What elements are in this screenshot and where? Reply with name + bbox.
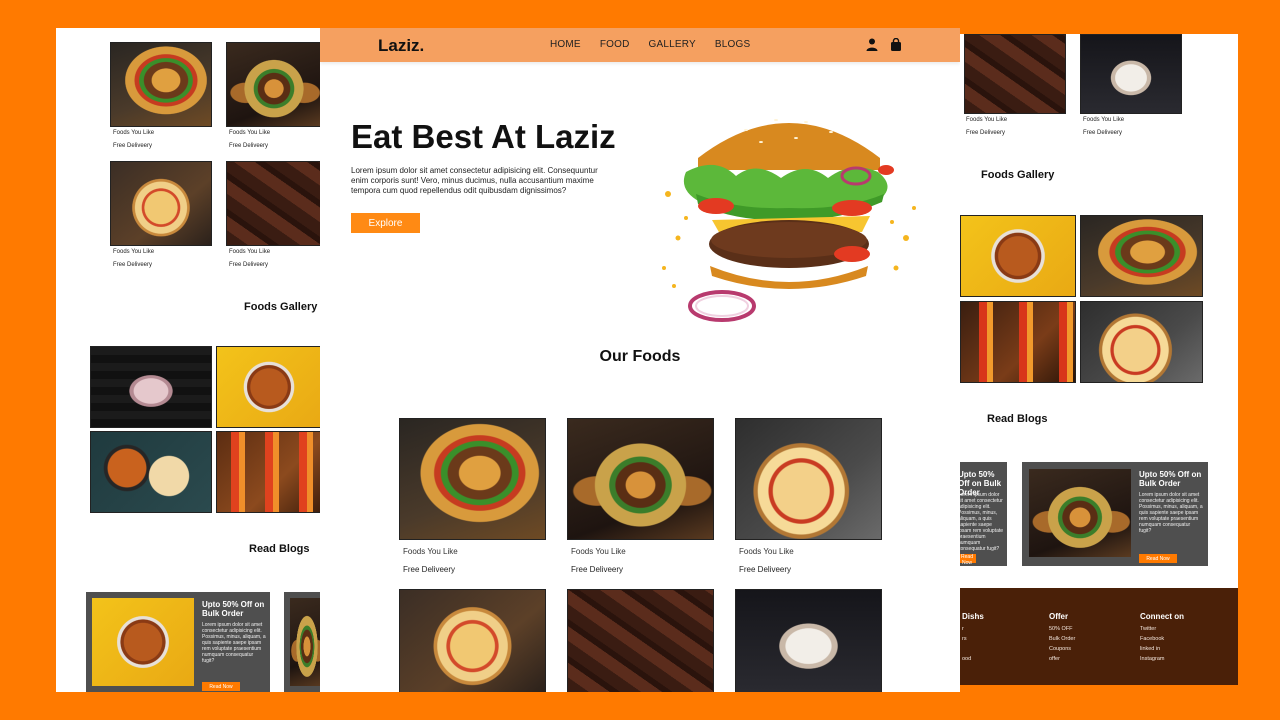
food-image-pizza (735, 418, 882, 540)
food-card-caption: Foods You Like (1083, 117, 1125, 123)
food-card-delivery: Free Deliveery (739, 565, 792, 574)
footer-link-facebook[interactable]: Facebook (1140, 636, 1164, 642)
food-image-burger (110, 42, 212, 127)
footer-link[interactable]: r (962, 626, 964, 632)
food-image-pizza (110, 161, 212, 246)
footer-link[interactable]: Bulk Order (1049, 636, 1075, 642)
footer-link-twitter[interactable]: Twitter (1140, 626, 1156, 632)
section-title-gallery: Foods Gallery (981, 169, 1055, 181)
food-image-milkshake (735, 589, 882, 692)
food-image-burger (399, 418, 546, 540)
nav-gallery[interactable]: GALLERY (649, 39, 696, 50)
section-title-blogs: Read Blogs (249, 543, 310, 555)
blog-title: Upto 50% Off on Bulk Order (1139, 470, 1202, 488)
footer-link[interactable]: rs (962, 636, 967, 642)
gallery-image-curry (216, 346, 320, 428)
food-card-delivery: Free Deliveery (229, 143, 269, 149)
footer: Dishs r rs ood Offer 50% OFF Bulk Order … (960, 588, 1238, 685)
food-card-caption: Foods You Like (403, 547, 458, 556)
footer-link[interactable]: offer (1049, 656, 1060, 662)
food-image-burgers (567, 418, 714, 540)
logo[interactable]: Laziz. (378, 36, 424, 56)
blog-image (92, 598, 194, 686)
food-image-brownie (964, 34, 1066, 114)
user-icon[interactable] (866, 38, 878, 51)
food-card-delivery: Free Deliveery (229, 262, 269, 268)
food-card-caption: Foods You Like (113, 249, 155, 255)
food-card-caption: Foods You Like (739, 547, 794, 556)
food-card-delivery: Free Deliveery (571, 565, 624, 574)
hero-title: Eat Best At Laziz (351, 118, 616, 155)
right-preview-panel: Foods You Like Foods You Like Free Deliv… (960, 34, 1238, 590)
section-title-gallery: Foods Gallery (244, 301, 318, 313)
main-page-panel: Laziz. HOME FOOD GALLERY BLOGS Eat Best … (320, 28, 960, 692)
blog-text: Lorem ipsum dolor sit amet consectetur a… (960, 492, 1004, 552)
hero-text: Lorem ipsum dolor sit amet consectetur a… (351, 166, 598, 195)
blog-text: Lorem ipsum dolor sit amet consectetur a… (1139, 492, 1203, 534)
left-preview-panel: Foods You Like Foods You Like Free Deliv… (56, 28, 320, 692)
food-card-delivery: Free Deliveery (403, 565, 456, 574)
footer-link-linkedin[interactable]: linked in (1140, 646, 1160, 652)
food-card-delivery: Free Deliveery (966, 130, 1006, 136)
read-now-button[interactable]: Read Now (960, 554, 976, 566)
section-title-blogs: Read Blogs (987, 413, 1048, 425)
nav-food[interactable]: FOOD (600, 39, 630, 50)
food-card-delivery: Free Deliveery (113, 143, 153, 149)
blog-card: Upto 50% Off on Bulk Order Lorem ipsum d… (86, 592, 270, 692)
food-image-milkshake (1080, 34, 1182, 114)
hero-burger-image (662, 119, 916, 322)
food-card-delivery: Free Deliveery (113, 262, 153, 268)
food-card-caption: Foods You Like (229, 130, 271, 136)
nav-home[interactable]: HOME (550, 39, 581, 50)
nav-blogs[interactable]: BLOGS (715, 39, 750, 50)
food-image-burgers (226, 42, 320, 127)
gallery-image-kebab (960, 301, 1076, 383)
food-card-caption: Foods You Like (113, 130, 155, 136)
blog-card: Upto 50% Off on Bulk Order Lorem ipsum d… (1022, 462, 1208, 566)
nav-links: HOME FOOD GALLERY BLOGS (550, 39, 750, 50)
read-now-button[interactable]: Read Now (1139, 554, 1177, 563)
section-title-our-foods: Our Foods (599, 348, 681, 365)
food-image-brownie (226, 161, 320, 246)
food-card-caption: Foods You Like (229, 249, 271, 255)
footer-link[interactable]: Coupons (1049, 646, 1071, 652)
gallery-image-naan (90, 431, 212, 513)
blog-card (284, 592, 320, 692)
read-now-button[interactable]: Read Now (202, 682, 240, 691)
food-card-delivery: Free Deliveery (1083, 130, 1123, 136)
food-card-caption: Foods You Like (966, 117, 1008, 123)
gallery-image-curry (960, 215, 1076, 297)
bag-icon[interactable] (890, 38, 902, 51)
blog-title: Upto 50% Off on Bulk Order (202, 600, 265, 618)
blog-card: Upto 50% Off on Bulk Order Lorem ipsum d… (960, 462, 1007, 566)
blog-text: Lorem ipsum dolor sit amet consectetur a… (202, 622, 266, 664)
footer-heading: Connect on (1140, 612, 1184, 621)
food-image-pizza (399, 589, 546, 692)
footer-heading: Dishs (962, 612, 984, 621)
gallery-image-pizza (1080, 301, 1203, 383)
footer-link[interactable]: ood (962, 656, 971, 662)
blog-image (1029, 469, 1131, 557)
navbar: Laziz. HOME FOOD GALLERY BLOGS (320, 28, 960, 62)
food-image-brownie (567, 589, 714, 692)
footer-heading: Offer (1049, 612, 1069, 621)
explore-button[interactable]: Explore (351, 213, 420, 233)
footer-link[interactable]: 50% OFF (1049, 626, 1073, 632)
gallery-image-burger (1080, 215, 1203, 297)
food-card-caption: Foods You Like (571, 547, 626, 556)
gallery-image-kebab (216, 431, 320, 513)
gallery-image-dessert (90, 346, 212, 428)
blog-image (290, 598, 320, 686)
footer-link-instagram[interactable]: Instagram (1140, 656, 1164, 662)
